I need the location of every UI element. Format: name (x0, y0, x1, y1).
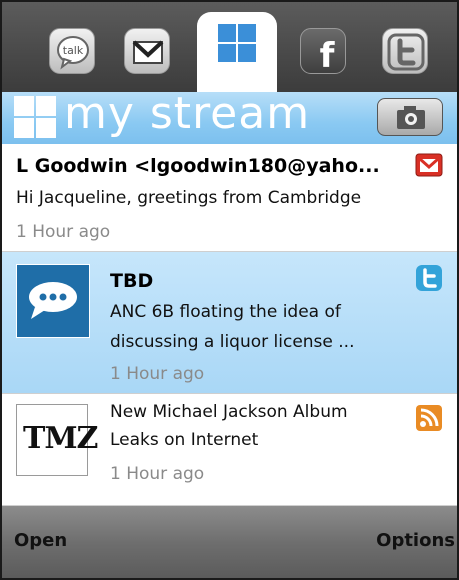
item-timestamp: 1 Hour ago (110, 464, 205, 484)
twitter-icon[interactable] (382, 28, 428, 74)
page-title: my stream (64, 88, 311, 139)
item-text-line-2: Leaks on Internet (110, 430, 259, 450)
item-sender: TBD (110, 270, 154, 292)
facebook-letter: f (320, 36, 336, 75)
talk-icon-label: talk (63, 44, 84, 57)
softkey-bar: Open Options (2, 506, 457, 578)
mystream-icon[interactable] (214, 20, 260, 66)
app-switcher-bar: talk f (2, 2, 457, 92)
item-text-line-1: ANC 6B floating the idea of (110, 302, 341, 322)
item-timestamp: 1 Hour ago (110, 364, 205, 384)
item-text: Hi Jacqueline, greetings from Cambridge (16, 188, 362, 208)
list-item[interactable]: L Goodwin <lgoodwin180@yaho... Hi Jacque… (2, 144, 457, 252)
gmail-icon[interactable] (124, 28, 170, 74)
stream-header: my stream (2, 88, 457, 144)
item-text-line-1: New Michael Jackson Album (110, 402, 348, 422)
item-sender: L Goodwin <lgoodwin180@yaho... (16, 155, 380, 177)
list-item[interactable]: TMZ New Michael Jackson Album Leaks on I… (2, 394, 457, 506)
avatar (16, 264, 90, 338)
options-softkey[interactable]: Options (376, 530, 455, 551)
list-item-selected[interactable]: TBD ANC 6B floating the idea of discussi… (2, 252, 457, 394)
chat-bubble-icon (29, 282, 77, 319)
camera-icon (397, 106, 425, 129)
facebook-icon[interactable]: f (300, 28, 346, 75)
open-softkey[interactable]: Open (14, 530, 67, 551)
twitter-source-icon (416, 265, 442, 291)
tmz-logo-text: TMZ (23, 421, 98, 456)
item-text-line-2: discussing a liquor license ... (110, 332, 355, 352)
item-timestamp: 1 Hour ago (16, 222, 111, 242)
talk-icon[interactable]: talk (49, 28, 95, 74)
mystream-logo-icon (14, 96, 56, 138)
camera-button[interactable] (377, 98, 443, 136)
avatar: TMZ (16, 404, 98, 476)
phone-screen: talk f my stream L Goodwin <lgoodwin180@… (0, 0, 459, 580)
gmail-source-icon (415, 153, 443, 177)
stream-list: L Goodwin <lgoodwin180@yaho... Hi Jacque… (2, 144, 457, 506)
rss-source-icon (416, 405, 442, 431)
